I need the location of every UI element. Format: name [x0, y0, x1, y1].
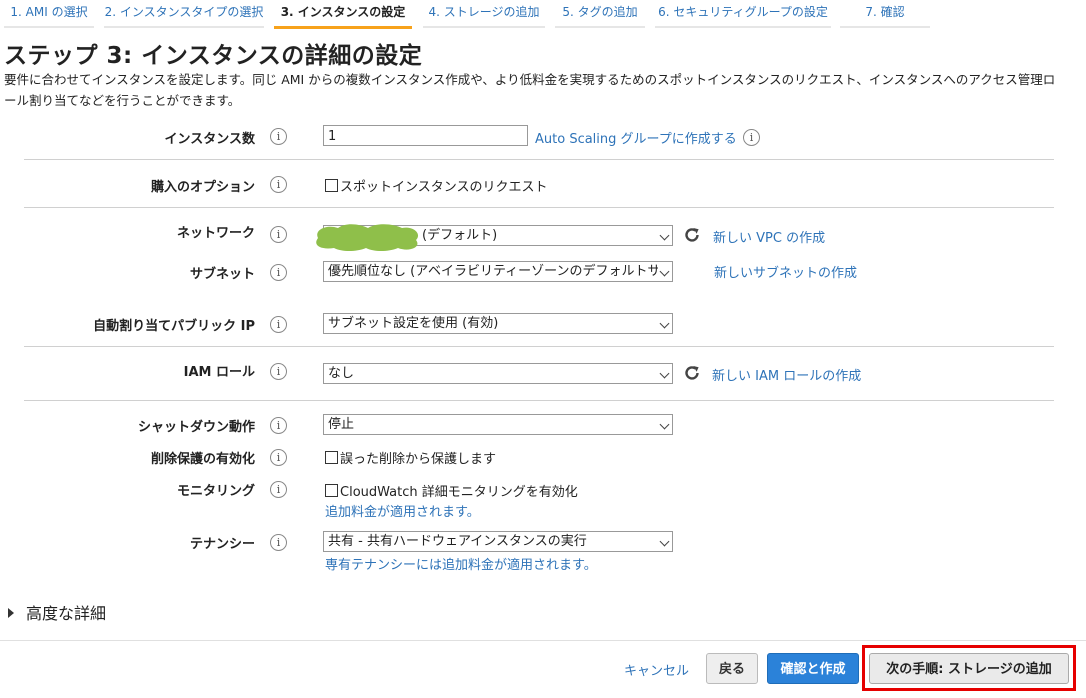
create-iam-role-link[interactable]: 新しい IAM ロールの作成 [712, 365, 861, 384]
info-icon[interactable]: i [743, 129, 760, 146]
advanced-details-label: 高度な詳細 [26, 604, 107, 623]
termination-protection-label: 削除保護の有効化 [150, 452, 255, 467]
shutdown-behavior-select-value: 停止 [328, 417, 355, 432]
tab-storage[interactable]: 4. ストレージの追加 [423, 0, 545, 28]
chevron-down-icon [659, 368, 670, 379]
chevron-down-icon [659, 230, 670, 241]
caret-right-icon [8, 608, 14, 618]
network-select-value: (デフォルト) [422, 228, 498, 243]
termination-protection-checkbox[interactable]: 誤った削除から保護します [325, 448, 496, 467]
footer-divider [0, 640, 1086, 641]
tab-review[interactable]: 7. 確認 [840, 0, 930, 28]
divider [24, 346, 1054, 347]
chevron-down-icon [659, 419, 670, 430]
tab-tags[interactable]: 5. タグの追加 [555, 0, 645, 28]
info-icon[interactable]: i [270, 264, 287, 281]
review-and-launch-button[interactable]: 確認と作成 [767, 653, 859, 684]
refresh-icon[interactable] [683, 364, 701, 382]
tenancy-select-value: 共有 - 共有ハードウェアインスタンスの実行 [328, 534, 587, 549]
public-ip-select-value: サブネット設定を使用 (有効) [328, 316, 499, 331]
info-icon[interactable]: i [270, 176, 287, 193]
public-ip-label: 自動割り当てパブリック IP [93, 319, 255, 334]
purchase-option-label: 購入のオプション [150, 180, 255, 195]
page-description: 要件に合わせてインスタンスを設定します。同じ AMI からの複数インスタンス作成… [4, 72, 1056, 108]
divider [24, 207, 1054, 208]
info-icon[interactable]: i [270, 363, 287, 380]
info-icon[interactable]: i [270, 417, 287, 434]
subnet-label: サブネット [189, 267, 255, 282]
subnet-select[interactable]: 優先順位なし (アベイラビリティーゾーンのデフォルトサブ [323, 261, 673, 282]
instance-count-input[interactable]: 1 [323, 125, 528, 146]
iam-role-select[interactable]: なし [323, 363, 673, 384]
info-icon[interactable]: i [270, 449, 287, 466]
shutdown-behavior-select[interactable]: 停止 [323, 414, 673, 435]
monitoring-label: モニタリング [176, 484, 255, 499]
instance-count-label: インスタンス数 [164, 132, 255, 147]
info-icon[interactable]: i [270, 128, 287, 145]
iam-role-label: IAM ロール [183, 365, 255, 380]
info-icon[interactable]: i [270, 534, 287, 551]
iam-role-select-value: なし [328, 366, 355, 381]
create-vpc-link[interactable]: 新しい VPC の作成 [713, 227, 825, 246]
advanced-details-toggle[interactable]: 高度な詳細 [8, 600, 106, 624]
refresh-icon[interactable] [683, 226, 701, 244]
spot-instance-checkbox-label: スポットインスタンスのリクエスト [340, 180, 548, 195]
chevron-down-icon [659, 266, 670, 277]
subnet-select-value: 優先順位なし (アベイラビリティーゾーンのデフォルトサブ [328, 264, 658, 279]
tab-security-group[interactable]: 6. セキュリティグループの設定 [655, 0, 831, 28]
monitoring-charges-link[interactable]: 追加料金が適用されます。 [325, 501, 480, 520]
tab-ami[interactable]: 1. AMI の選択 [4, 0, 94, 28]
tab-instance-type[interactable]: 2. インスタンスタイプの選択 [104, 0, 264, 28]
cloudwatch-monitoring-checkbox[interactable]: CloudWatch 詳細モニタリングを有効化 [325, 481, 578, 500]
public-ip-select[interactable]: サブネット設定を使用 (有効) [323, 313, 673, 334]
create-auto-scaling-link[interactable]: Auto Scaling グループに作成する [535, 128, 737, 147]
spot-instance-checkbox[interactable]: スポットインスタンスのリクエスト [325, 176, 547, 195]
info-icon[interactable]: i [270, 316, 287, 333]
cloudwatch-monitoring-checkbox-label: CloudWatch 詳細モニタリングを有効化 [340, 485, 578, 500]
info-icon[interactable]: i [270, 226, 287, 243]
chevron-down-icon [659, 536, 670, 547]
page-title: ステップ 3: インスタンスの詳細の設定 [4, 43, 423, 69]
create-subnet-link[interactable]: 新しいサブネットの作成 [714, 262, 857, 281]
wizard-steps: 1. AMI の選択 2. インスタンスタイプの選択 3. インスタンスの設定 … [0, 0, 1086, 29]
redaction-blob [316, 224, 419, 251]
tenancy-select[interactable]: 共有 - 共有ハードウェアインスタンスの実行 [323, 531, 673, 552]
divider [24, 400, 1054, 401]
termination-protection-checkbox-label: 誤った削除から保護します [340, 452, 497, 467]
checkbox-box[interactable] [325, 179, 338, 192]
checkbox-box[interactable] [325, 484, 338, 497]
divider [24, 159, 1054, 160]
tenancy-label: テナンシー [189, 537, 255, 552]
shutdown-behavior-label: シャットダウン動作 [137, 420, 255, 435]
cancel-link[interactable]: キャンセル [624, 660, 689, 679]
back-button[interactable]: 戻る [706, 653, 758, 684]
tenancy-charges-link[interactable]: 専有テナンシーには追加料金が適用されます。 [325, 554, 597, 573]
tab-configure-instance[interactable]: 3. インスタンスの設定 [274, 0, 412, 29]
next-add-storage-button[interactable]: 次の手順: ストレージの追加 [869, 653, 1069, 684]
chevron-down-icon [659, 318, 670, 329]
network-label: ネットワーク [176, 226, 255, 241]
info-icon[interactable]: i [270, 481, 287, 498]
checkbox-box[interactable] [325, 451, 338, 464]
